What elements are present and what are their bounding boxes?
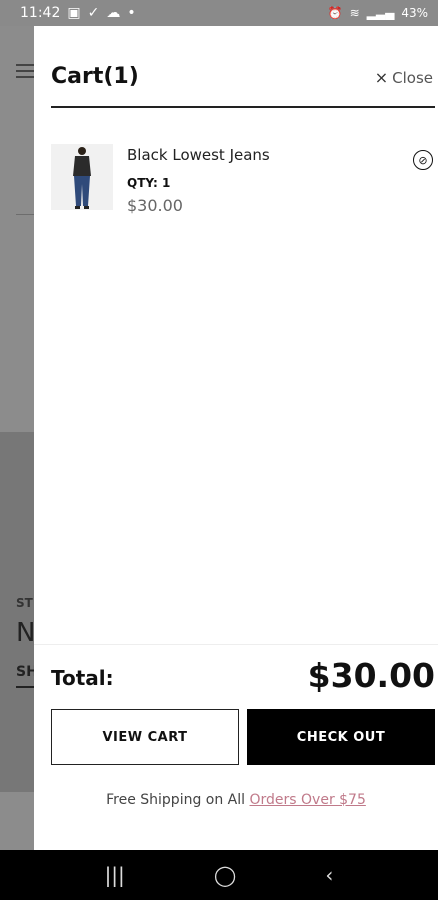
shipping-text: Free Shipping on All (106, 792, 250, 808)
close-button[interactable]: × Close (375, 68, 433, 87)
menu-icon (16, 64, 34, 78)
product-quantity: QTY: 1 (127, 176, 171, 190)
close-icon: × (374, 68, 389, 87)
cloud-icon: ☁ (106, 5, 121, 21)
footer-divider (34, 644, 438, 645)
alarm-icon: ⏰ (327, 6, 343, 20)
status-time: 11:42 (20, 5, 61, 21)
total-label: Total: (51, 666, 114, 690)
shipping-message: Free Shipping on All Orders Over $75 (34, 792, 438, 808)
cart-title: Cart(1) (51, 64, 139, 89)
wifi-icon: ≋ (349, 6, 360, 20)
product-name[interactable]: Black Lowest Jeans (127, 146, 270, 164)
cart-item: Black Lowest Jeans QTY: 1 $30.00 ⊘ (51, 144, 435, 215)
background-band (0, 432, 34, 792)
cart-drawer: Cart(1) × Close Black Lowest Jeans QTY: … (34, 26, 438, 850)
navigation-bar: ||| ◯ ‹ (0, 850, 438, 900)
close-label: Close (392, 68, 433, 87)
product-price: $30.00 (127, 196, 183, 215)
total-row: Total: $30.00 (51, 656, 435, 700)
background-heading: N (16, 618, 36, 648)
gallery-icon: ▣ (67, 5, 81, 21)
home-icon[interactable]: ◯ (214, 863, 236, 887)
view-cart-button[interactable]: VIEW CART (51, 709, 239, 765)
back-icon[interactable]: ‹ (325, 863, 333, 887)
product-thumbnail[interactable] (51, 144, 113, 210)
background-text: ST (16, 596, 33, 610)
dot-icon: • (127, 5, 136, 21)
remove-icon: ⊘ (418, 153, 428, 167)
recents-icon[interactable]: ||| (105, 863, 125, 887)
check-icon: ✓ (87, 5, 100, 21)
cart-header: Cart(1) × Close (51, 60, 435, 108)
checkout-button[interactable]: CHECK OUT (247, 709, 435, 765)
background-divider (16, 214, 34, 215)
signal-icon: ▂▃▄ (366, 6, 395, 20)
total-value: $30.00 (307, 656, 435, 695)
product-image (51, 144, 113, 210)
status-bar: 11:42 ▣ ✓ ☁ • ⏰ ≋ ▂▃▄ 43% (0, 0, 438, 26)
shipping-link[interactable]: Orders Over $75 (250, 792, 366, 808)
battery-text: 43% (401, 6, 428, 20)
remove-item-button[interactable]: ⊘ (413, 150, 433, 170)
